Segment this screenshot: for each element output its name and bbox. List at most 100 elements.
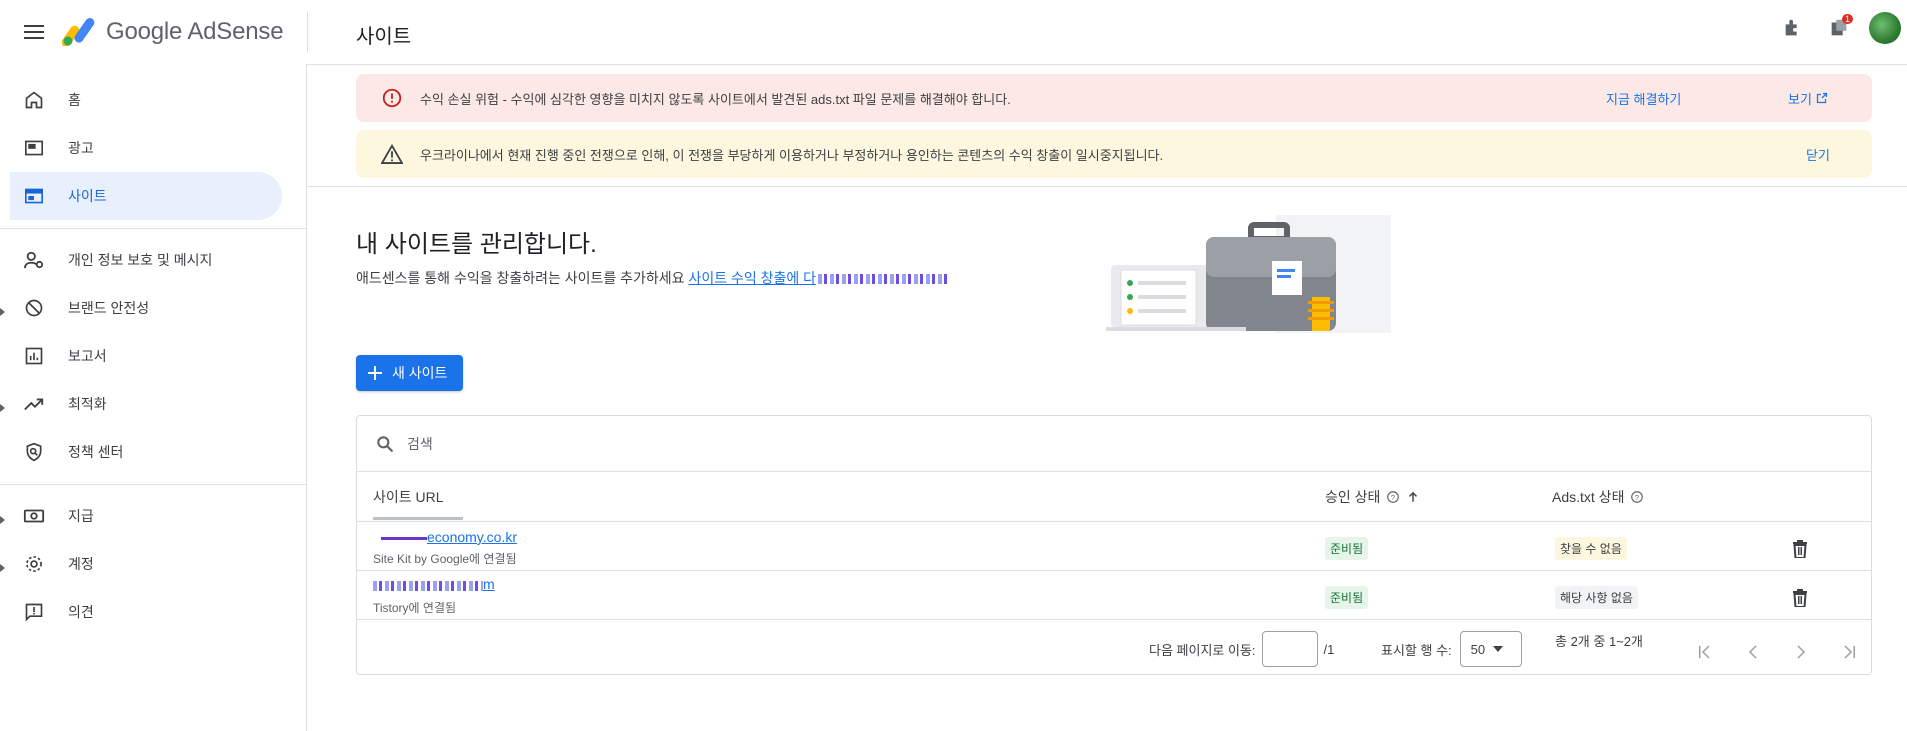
rows-per-page-label: 표시할 행 수: [1381, 642, 1452, 658]
learn-more-link[interactable]: 사이트 수익 창출에 다 [688, 270, 816, 286]
sidebar-item-sites[interactable]: 사이트 [10, 172, 282, 220]
goto-page-control: 다음 페이지로 이동: /1 [1149, 631, 1334, 667]
sidebar-item-feedback[interactable]: 의견 [10, 588, 282, 636]
page-total: /1 [1323, 641, 1335, 657]
sidebar-item-brand-safety[interactable]: 브랜드 안전성 [10, 284, 282, 332]
previous-page-icon[interactable] [1741, 640, 1765, 664]
privacy-icon [22, 248, 46, 272]
rows-per-page-select[interactable]: 50 [1459, 631, 1522, 667]
approval-status-badge: 준비됨 [1325, 537, 1369, 560]
svg-text:?: ? [1391, 493, 1395, 502]
gear-icon [22, 552, 46, 576]
ads-txt-status-badge: 찾을 수 없음 [1555, 537, 1627, 560]
notifications-icon[interactable]: 1 [1823, 12, 1855, 44]
rows-per-page-control: 표시할 행 수: 50 [1381, 631, 1522, 667]
sidebar-divider [0, 484, 306, 485]
description-text: 애드센스를 통해 수익을 창출하려는 사이트를 추가하세요 [356, 270, 685, 286]
new-site-button[interactable]: 새 사이트 [356, 355, 464, 391]
reports-icon [22, 344, 46, 368]
extension-icon[interactable] [1777, 12, 1809, 44]
sidebar-item-ads[interactable]: 광고 [10, 124, 282, 172]
home-icon [22, 88, 46, 112]
sidebar-item-optimization[interactable]: 최적화 [10, 380, 282, 428]
sidebar-item-label: 개인 정보 보호 및 메시지 [68, 252, 213, 268]
sidebar-item-reports[interactable]: 보고서 [10, 332, 282, 380]
dropdown-arrow-icon [1493, 646, 1504, 652]
delete-icon[interactable] [1788, 586, 1812, 610]
logo-text: Google AdSense [106, 18, 284, 45]
adsense-logo[interactable]: Google AdSense [62, 18, 284, 46]
help-icon[interactable]: ? [1630, 490, 1644, 504]
sites-description: 애드센스를 통해 수익을 창출하려는 사이트를 추가하세요 사이트 수익 창출에… [356, 268, 949, 288]
sidebar-item-label: 계정 [68, 556, 94, 572]
expand-caret-icon[interactable] [0, 564, 5, 572]
fix-now-link[interactable]: 지금 해결하기 [1606, 89, 1681, 108]
site-connection: Tistory에 연결됨 [373, 601, 457, 615]
top-actions: 1 [1777, 12, 1907, 44]
sidebar-item-label: 정책 센터 [68, 444, 124, 460]
column-header-label: 사이트 URL [373, 489, 444, 505]
open-in-new-icon [1816, 92, 1828, 104]
sidebar-item-home[interactable]: 홈 [10, 76, 282, 124]
plus-icon [368, 366, 382, 380]
ads-txt-status-badge: 해당 사항 없음 [1555, 586, 1638, 609]
site-url-cell: economy.co.kr [381, 529, 517, 545]
sidebar-divider [0, 228, 306, 229]
redacted-text [381, 537, 427, 541]
site-url-link[interactable]: economy.co.kr [427, 529, 517, 545]
notification-badge: 1 [1841, 14, 1853, 24]
avatar-image [1869, 12, 1901, 44]
svg-text:?: ? [1635, 493, 1639, 502]
page-title: 사이트 [356, 26, 412, 48]
sidebar-item-policy-center[interactable]: 정책 센터 [10, 428, 282, 476]
payments-icon [22, 504, 46, 528]
expand-caret-icon[interactable] [0, 404, 5, 412]
adsense-logo-icon [62, 18, 95, 46]
goto-page-input[interactable] [1261, 631, 1318, 667]
account-avatar[interactable] [1869, 12, 1901, 44]
warning-icon [380, 142, 404, 166]
menu-icon[interactable] [10, 8, 58, 56]
view-link[interactable]: 보기 [1788, 89, 1828, 108]
next-page-icon[interactable] [1789, 640, 1813, 664]
page-summary: 총 2개 중 1~2개 [1555, 631, 1643, 650]
column-header-label: 승인 상태 [1325, 489, 1381, 505]
delete-icon[interactable] [1788, 537, 1812, 561]
sidebar-item-label: 홈 [68, 92, 81, 108]
new-site-label: 새 사이트 [392, 365, 448, 381]
trending-up-icon [22, 392, 46, 416]
arrow-up-icon[interactable] [1406, 490, 1420, 504]
column-header-approval[interactable]: 승인 상태 ? [1325, 472, 1420, 522]
site-url-link[interactable]: m [483, 576, 495, 592]
redacted-text [818, 274, 949, 285]
goto-page-label: 다음 페이지로 이동: [1149, 642, 1256, 658]
row-divider [357, 570, 1871, 571]
sidebar-item-privacy[interactable]: 개인 정보 보호 및 메시지 [10, 236, 282, 284]
approval-status-badge: 준비됨 [1325, 586, 1369, 609]
column-header-url[interactable]: 사이트 URL [373, 472, 444, 522]
sidebar-item-account[interactable]: 계정 [10, 540, 282, 588]
ads-txt-error-banner: 수익 손실 위험 - 수익에 심각한 영향을 미치지 않도록 사이트에서 발견된… [356, 74, 1872, 122]
search-input[interactable] [407, 435, 1007, 452]
header-divider [307, 64, 1907, 65]
site-connection: Site Kit by Google에 연결됨 [373, 552, 517, 566]
sidebar-item-payments[interactable]: 지급 [10, 492, 282, 540]
column-header-ads-txt[interactable]: Ads.txt 상태 ? [1552, 472, 1644, 522]
sidebar-item-label: 광고 [68, 140, 94, 156]
expand-caret-icon[interactable] [0, 308, 5, 316]
ukraine-warning-banner: 우크라이나에서 현재 진행 중인 전쟁으로 인해, 이 전쟁을 부당하게 이용하… [356, 130, 1872, 178]
last-page-icon[interactable] [1837, 640, 1861, 664]
briefcase-illustration [1106, 215, 1391, 333]
rows-per-page-value: 50 [1470, 641, 1486, 657]
sidebar-item-label: 보고서 [68, 348, 107, 364]
first-page-icon[interactable] [1693, 640, 1717, 664]
expand-caret-icon[interactable] [0, 516, 5, 524]
close-banner-button[interactable]: 닫기 [1806, 145, 1830, 164]
redacted-text [373, 580, 483, 591]
block-icon [22, 296, 46, 320]
banner-message: 수익 손실 위험 - 수익에 심각한 영향을 미치지 않도록 사이트에서 발견된… [420, 91, 1011, 107]
top-app-bar: Google AdSense [0, 0, 1907, 64]
help-icon[interactable]: ? [1386, 490, 1400, 504]
sidebar-item-label: 지급 [68, 508, 94, 524]
banner-divider [307, 186, 1907, 187]
